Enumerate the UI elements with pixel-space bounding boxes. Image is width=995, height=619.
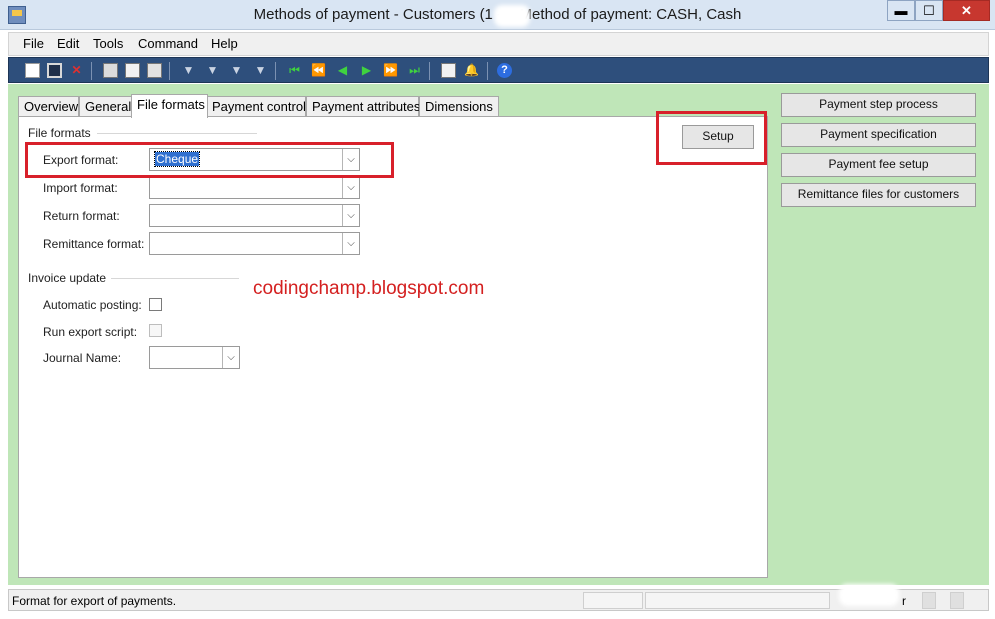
redacted-mark [494, 5, 530, 27]
payment-step-process-button[interactable]: Payment step process [781, 93, 976, 117]
chevron-down-icon[interactable]: ⌵ [342, 205, 359, 226]
previous-page-icon[interactable]: ⏪ [311, 63, 326, 78]
title-bar: Methods of payment - Customers (1 - ‎ - … [0, 0, 995, 30]
status-text: Format for export of payments. [12, 594, 177, 608]
import-format-combo[interactable]: ⌵ [149, 176, 360, 199]
payment-specification-button[interactable]: Payment specification [781, 123, 976, 147]
remittance-format-label: Remittance format: [43, 237, 145, 251]
tab-overview[interactable]: Overview [18, 96, 79, 117]
print-preview-icon[interactable] [125, 63, 140, 78]
previous-record-icon[interactable]: ◀ [335, 63, 350, 78]
attachments-icon[interactable] [441, 63, 456, 78]
tab-file-formats[interactable]: File formats [131, 94, 208, 118]
maximize-button[interactable]: ☐ [915, 0, 943, 21]
payment-fee-setup-button[interactable]: Payment fee setup [781, 153, 976, 177]
alert-icon[interactable]: 🔔 [464, 63, 479, 78]
delete-icon[interactable]: ✕ [69, 63, 84, 78]
remove-filter-icon[interactable]: ▼ [253, 63, 268, 78]
first-record-icon[interactable]: ⏮ [287, 63, 302, 78]
menu-command[interactable]: Command [138, 36, 198, 51]
new-icon[interactable] [25, 63, 40, 78]
chevron-down-icon[interactable]: ⌵ [342, 177, 359, 198]
close-button[interactable]: ✕ [943, 0, 990, 21]
tab-payment-attributes[interactable]: Payment attributes [306, 96, 420, 117]
group-file-formats-label: File formats [28, 126, 91, 140]
next-page-icon[interactable]: ⏩ [383, 63, 398, 78]
menu-help[interactable]: Help [211, 36, 238, 51]
export-icon[interactable] [147, 63, 162, 78]
remittance-files-button[interactable]: Remittance files for customers [781, 183, 976, 207]
group-divider [111, 278, 239, 279]
help-icon[interactable]: ? [497, 63, 512, 78]
status-db-icon [922, 592, 936, 609]
group-invoice-update-label: Invoice update [28, 271, 107, 285]
last-record-icon[interactable]: ⏭ [407, 63, 422, 78]
advanced-filter-icon[interactable]: ▼ [205, 63, 220, 78]
import-format-label: Import format: [43, 181, 118, 195]
return-format-label: Return format: [43, 209, 120, 223]
toolbar-separator [91, 62, 92, 80]
status-server-icon [950, 592, 964, 609]
automatic-posting-checkbox[interactable] [149, 298, 162, 311]
tab-dimensions[interactable]: Dimensions [419, 96, 499, 117]
automatic-posting-label: Automatic posting: [43, 298, 142, 312]
status-bar: Format for export of payments. r [8, 584, 989, 611]
print-icon[interactable] [103, 63, 118, 78]
menu-edit[interactable]: Edit [57, 36, 79, 51]
filter-by-selection-icon[interactable]: ▼ [181, 63, 196, 78]
highlight-setup [656, 111, 767, 165]
group-divider [97, 133, 257, 134]
save-icon[interactable] [47, 63, 62, 78]
tab-general[interactable]: General [79, 96, 135, 117]
menu-file[interactable]: File [23, 36, 44, 51]
journal-name-combo[interactable]: ⌵ [149, 346, 240, 369]
run-export-script-checkbox[interactable] [149, 324, 162, 337]
redacted-mark [839, 584, 899, 606]
toolbar-separator [429, 62, 430, 80]
menu-bar: File Edit Tools Command Help [8, 32, 989, 56]
next-record-icon[interactable]: ▶ [359, 63, 374, 78]
minimize-button[interactable]: ▬ [887, 0, 915, 21]
toolbar-separator [169, 62, 170, 80]
watermark-text: codingchamp.blogspot.com [253, 278, 485, 299]
status-right-text: r [902, 594, 906, 608]
highlight-export-format [25, 142, 394, 178]
chevron-down-icon[interactable]: ⌵ [342, 233, 359, 254]
status-cell [583, 592, 643, 609]
menu-tools[interactable]: Tools [93, 36, 123, 51]
journal-name-label: Journal Name: [43, 351, 122, 365]
tab-payment-control[interactable]: Payment control [206, 96, 306, 117]
run-export-script-label: Run export script: [43, 325, 138, 339]
toolbar-separator [275, 62, 276, 80]
chevron-down-icon[interactable]: ⌵ [222, 347, 239, 368]
remittance-format-combo[interactable]: ⌵ [149, 232, 360, 255]
status-cell [645, 592, 830, 609]
toolbar-separator [487, 62, 488, 80]
file-formats-panel: File formats Export format: Cheque ⌵ Imp… [18, 116, 768, 578]
filter-by-grid-icon[interactable]: ▼ [229, 63, 244, 78]
form-body: Overview General File formats Payment co… [8, 84, 989, 585]
action-toolbar: ✕ ▼ ▼ ▼ ▼ ⏮ ⏪ ◀ ▶ ⏩ ⏭ 🔔 ? [8, 57, 989, 83]
return-format-combo[interactable]: ⌵ [149, 204, 360, 227]
